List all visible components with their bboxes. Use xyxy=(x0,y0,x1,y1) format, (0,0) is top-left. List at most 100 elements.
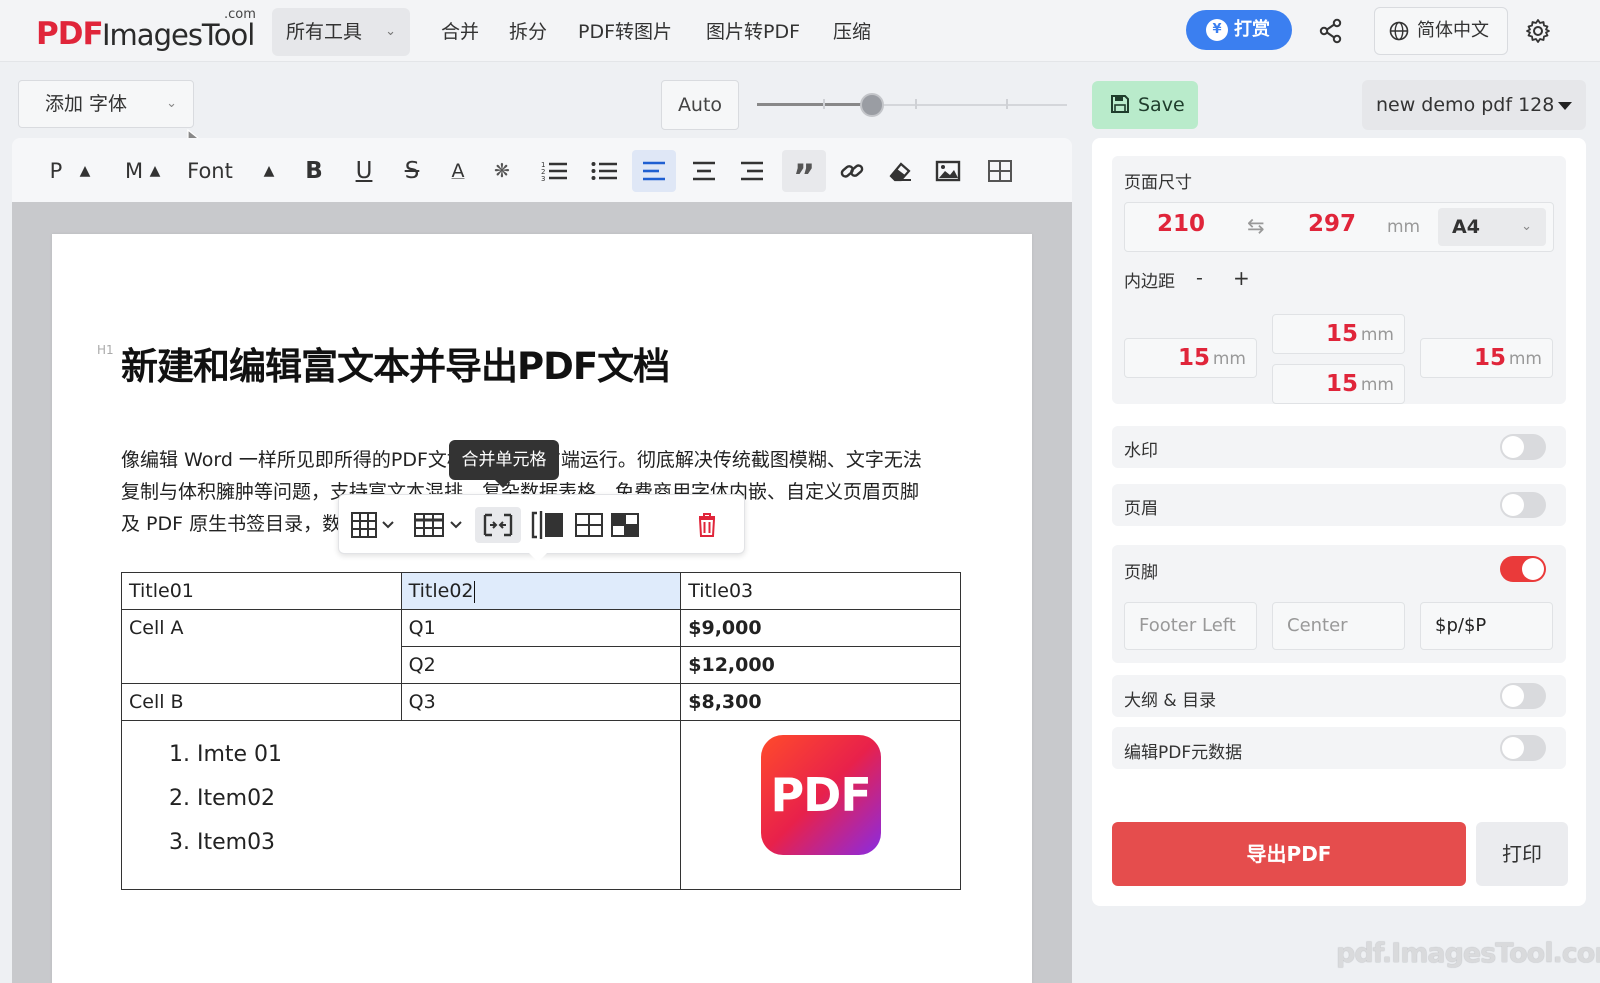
margin-decrease-button[interactable]: - xyxy=(1196,267,1203,289)
nav-image-to-pdf[interactable]: 图片转PDF xyxy=(706,17,800,44)
zoom-slider-thumb[interactable] xyxy=(860,93,884,117)
bold-icon[interactable]: B xyxy=(298,156,330,186)
nav-split[interactable]: 拆分 xyxy=(509,17,547,44)
list-item[interactable]: 1. Imte 01 xyxy=(169,733,673,777)
auto-zoom-button[interactable]: Auto xyxy=(661,80,739,130)
metadata-toggle[interactable] xyxy=(1500,735,1546,761)
table-cell[interactable]: Q2 xyxy=(400,646,682,684)
language-selector[interactable]: 简体中文 xyxy=(1374,7,1508,55)
list-item[interactable]: 2. Item02 xyxy=(169,777,673,821)
table-row: Cell A Q1 $9,000 xyxy=(121,609,961,684)
heading-level-tag: H1 xyxy=(97,343,114,357)
footer-toggle[interactable] xyxy=(1500,556,1546,582)
bullet-list-icon[interactable] xyxy=(586,156,622,186)
svg-text:3: 3 xyxy=(541,175,545,183)
trash-icon[interactable] xyxy=(689,507,725,543)
print-button[interactable]: 打印 xyxy=(1476,822,1568,886)
tip-button[interactable]: ¥ 打赏 xyxy=(1186,10,1292,50)
table-cell-text: Cell A xyxy=(129,617,184,639)
footer-center-input[interactable]: Center xyxy=(1272,602,1405,650)
list-item[interactable]: 3. Item03 xyxy=(169,821,673,865)
export-pdf-button[interactable]: 导出PDF xyxy=(1112,822,1466,886)
merge-cells-icon[interactable] xyxy=(475,507,521,543)
page-width-input[interactable]: 210 xyxy=(1157,211,1205,237)
page-size-unit: mm xyxy=(1387,217,1421,237)
split-cell-icon[interactable] xyxy=(529,507,569,543)
margin-right-input[interactable]: 15 mm xyxy=(1420,338,1553,378)
swap-dimensions-icon[interactable]: ⇆ xyxy=(1247,214,1265,238)
watermark-toggle[interactable] xyxy=(1500,434,1546,460)
margin-bottom-input[interactable]: 15 mm xyxy=(1272,364,1405,404)
link-icon[interactable] xyxy=(834,156,870,186)
page-height-input[interactable]: 297 xyxy=(1308,211,1356,237)
all-tools-dropdown[interactable]: 所有工具 ⌄ xyxy=(272,8,410,56)
ordered-list-icon[interactable]: 123 xyxy=(536,156,572,186)
paper-size-select[interactable]: A4 ⌄ xyxy=(1438,208,1546,246)
image-icon[interactable] xyxy=(930,156,966,186)
align-left-icon[interactable] xyxy=(632,150,676,192)
font-family-select[interactable]: Font xyxy=(180,156,240,186)
table-icon[interactable] xyxy=(982,156,1018,186)
table-cell[interactable]: Q1 xyxy=(400,609,682,647)
nav-merge[interactable]: 合并 xyxy=(441,17,479,44)
pdf-logo-image[interactable]: PDF xyxy=(760,735,881,855)
nav-compress[interactable]: 压缩 xyxy=(833,17,871,44)
text-color-icon[interactable]: A xyxy=(442,156,474,186)
table-cell-text: Title02 xyxy=(408,580,474,602)
underline-icon[interactable]: U xyxy=(348,156,380,186)
document-title[interactable]: 新建和编辑富文本并导出PDF文档 xyxy=(121,336,670,390)
table-row: 1. Imte 01 2. Item02 3. Item03 PDF xyxy=(120,720,961,890)
table-cell[interactable]: $8,300 xyxy=(680,683,961,721)
table-grid-icon[interactable] xyxy=(571,507,607,543)
outline-label: 大纲 & 目录 xyxy=(1124,691,1217,711)
save-button[interactable]: Save xyxy=(1092,81,1198,129)
margin-increase-button[interactable]: + xyxy=(1233,266,1250,290)
strikethrough-icon[interactable]: S xyxy=(396,156,428,186)
document-table: Title01 Title02 Title03 Cell A Q1 $9,000… xyxy=(120,572,961,890)
insert-row-dropdown-icon[interactable] xyxy=(349,507,399,543)
margin-bottom-value: 15 xyxy=(1325,371,1358,397)
table-cell[interactable]: Cell B xyxy=(121,683,402,721)
paragraph-style-select[interactable]: P xyxy=(36,156,76,186)
margin-top-input[interactable]: 15 mm xyxy=(1272,314,1405,354)
align-center-icon[interactable] xyxy=(686,156,722,186)
gear-icon[interactable] xyxy=(1524,17,1552,45)
eraser-icon[interactable] xyxy=(882,156,918,186)
add-font-dropdown[interactable]: 添加 字体 ⌄ xyxy=(18,80,194,128)
font-family-spinner-icon[interactable]: ▲ xyxy=(258,156,280,186)
table-cell[interactable]: PDF xyxy=(680,720,961,890)
clear-format-icon[interactable]: ❋ xyxy=(486,156,518,186)
header-row xyxy=(1112,484,1566,526)
table-header-cell-icon[interactable] xyxy=(607,507,643,543)
font-size-spinner-icon[interactable]: ▲ xyxy=(144,156,166,186)
table-cell-selected[interactable]: Title02 xyxy=(400,572,682,610)
table-cell[interactable]: Cell A xyxy=(121,609,402,684)
document-selector[interactable]: new demo pdf 128 xyxy=(1362,80,1586,130)
add-font-label: 添加 字体 xyxy=(45,93,128,115)
logo-domain-text: .com xyxy=(224,7,256,22)
all-tools-label: 所有工具 xyxy=(286,21,363,43)
table-cell[interactable]: $9,000 xyxy=(680,609,961,647)
chevron-down-icon: ⌄ xyxy=(166,96,177,111)
save-disk-icon xyxy=(1111,95,1129,113)
footer-left-input[interactable]: Footer Left xyxy=(1124,602,1257,650)
table-cell[interactable]: Q3 xyxy=(400,683,682,721)
logo-pdf-text: PDF xyxy=(36,16,104,52)
table-cell[interactable]: $12,000 xyxy=(680,646,961,684)
table-cell[interactable]: Title03 xyxy=(680,572,961,610)
margin-left-input[interactable]: 15 mm xyxy=(1124,338,1257,378)
share-icon[interactable] xyxy=(1318,18,1344,44)
table-cell[interactable]: 1. Imte 01 2. Item02 3. Item03 xyxy=(120,720,682,890)
align-right-icon[interactable] xyxy=(734,156,770,186)
outline-toggle[interactable] xyxy=(1500,683,1546,709)
watermark-row xyxy=(1112,426,1566,468)
table-cell[interactable]: Title01 xyxy=(121,572,402,610)
margin-label: 内边距 xyxy=(1124,272,1175,292)
paragraph-style-spinner-icon[interactable]: ▲ xyxy=(74,156,96,186)
header-toggle[interactable] xyxy=(1500,492,1546,518)
margin-unit: mm xyxy=(1360,375,1394,395)
footer-right-input[interactable]: $p/$P xyxy=(1420,602,1553,650)
insert-column-dropdown-icon[interactable] xyxy=(413,507,467,543)
blockquote-icon[interactable]: ” xyxy=(782,150,826,197)
nav-pdf-to-image[interactable]: PDF转图片 xyxy=(578,17,672,44)
